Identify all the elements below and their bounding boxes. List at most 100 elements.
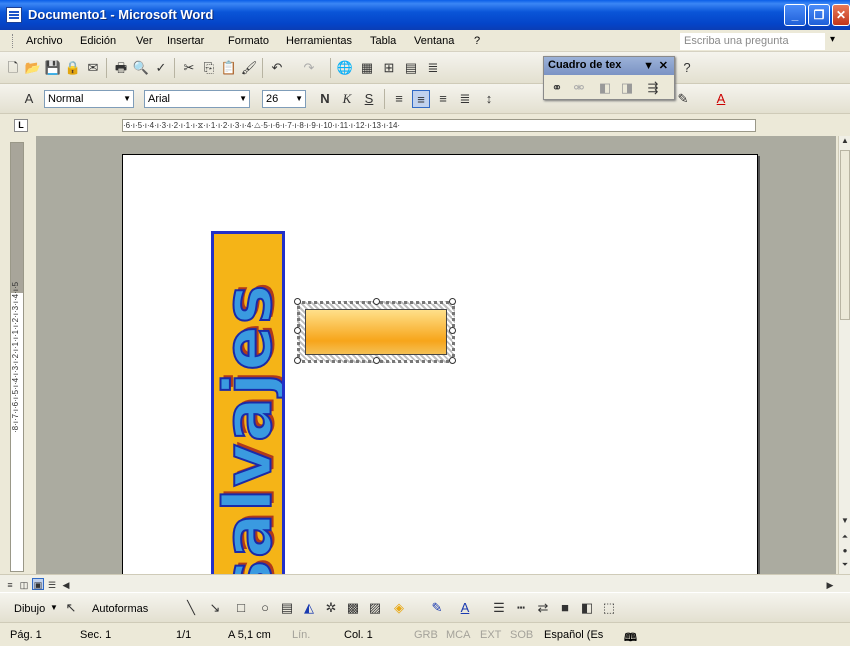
status-macro-recorder[interactable]: GRB xyxy=(414,629,438,641)
align-center-icon[interactable]: ≡ xyxy=(412,90,430,108)
break-link-icon[interactable]: ⚮ xyxy=(570,79,588,97)
italic-icon[interactable]: K xyxy=(338,90,356,108)
word-app-icon[interactable] xyxy=(6,7,22,23)
tables-borders-icon[interactable]: ▦ xyxy=(358,59,376,77)
menu-ventana[interactable]: Ventana xyxy=(414,35,454,47)
print-layout-icon[interactable]: ▣ xyxy=(32,578,44,590)
selected-textbox-frame[interactable] xyxy=(294,298,456,364)
wordart-text[interactable]: salvajes xyxy=(214,282,282,574)
menu-edicion[interactable]: Edición xyxy=(80,35,116,47)
tab-selector[interactable]: L xyxy=(14,119,28,132)
dash-style-icon[interactable]: ┅ xyxy=(512,599,530,617)
draw-menu-button[interactable]: Dibujo xyxy=(14,603,45,615)
line-style-icon[interactable]: ☰ xyxy=(490,599,508,617)
format-painter-icon[interactable]: 🖌 xyxy=(240,59,258,77)
redo-icon[interactable]: ↷ xyxy=(300,59,318,77)
open-folder-icon[interactable]: 📂 xyxy=(24,59,42,77)
fill-color-icon[interactable]: ◈ xyxy=(390,599,408,617)
scroll-down-icon[interactable]: ▼ xyxy=(840,516,850,528)
insert-picture-icon[interactable]: ▨ xyxy=(366,599,384,617)
next-page-icon[interactable]: ⏷ xyxy=(840,560,850,572)
maximize-button[interactable]: ❐ xyxy=(808,4,830,26)
insert-excel-icon[interactable]: ▤ xyxy=(402,59,420,77)
web-view-icon[interactable]: ◫ xyxy=(18,578,30,590)
previous-page-icon[interactable]: ⏶ xyxy=(840,532,850,544)
resize-handle[interactable] xyxy=(373,357,380,364)
chevron-down-icon[interactable]: ▼ xyxy=(50,603,58,612)
menu-archivo[interactable]: Archivo xyxy=(26,35,63,47)
menu-insertar[interactable]: Insertar xyxy=(167,35,204,47)
gradient-textbox[interactable] xyxy=(305,309,447,355)
resize-handle[interactable] xyxy=(294,327,301,334)
align-right-icon[interactable]: ≡ xyxy=(434,90,452,108)
toolbar-grip[interactable] xyxy=(12,34,15,48)
bold-icon[interactable]: N xyxy=(316,90,334,108)
autoshapes-menu-button[interactable]: Autoformas xyxy=(92,603,148,615)
style-select[interactable]: Normal ▼ xyxy=(44,90,134,108)
help-icon[interactable]: ? xyxy=(678,59,696,77)
status-overtype[interactable]: SOB xyxy=(510,629,533,641)
font-color-icon[interactable]: A xyxy=(456,599,474,617)
font-select[interactable]: Arial ▼ xyxy=(144,90,250,108)
menu-tabla[interactable]: Tabla xyxy=(370,35,396,47)
arrow-style-icon[interactable]: ⇄ xyxy=(534,599,552,617)
minimize-button[interactable]: _ xyxy=(784,4,806,26)
wordart-tool-icon[interactable]: ◭ xyxy=(300,599,318,617)
rectangle-tool-icon[interactable]: □ xyxy=(232,599,250,617)
shadow-style-icon[interactable]: ■ xyxy=(556,599,574,617)
scroll-thumb[interactable] xyxy=(840,150,850,320)
highlight-icon[interactable]: ✎ xyxy=(674,90,692,108)
horizontal-scrollbar[interactable]: ≡ ◫ ▣ ☰ ◀ ▶ xyxy=(0,574,850,592)
resize-handle[interactable] xyxy=(294,357,301,364)
textbox-toolbar-header[interactable]: Cuadro de tex ▼ ✕ xyxy=(544,57,674,75)
select-browse-object-icon[interactable]: ● xyxy=(840,546,850,558)
status-language[interactable]: Español (Es xyxy=(544,629,603,641)
menu-ver[interactable]: Ver xyxy=(136,35,153,47)
resize-handle[interactable] xyxy=(449,357,456,364)
toolbar-options-icon[interactable]: ▼ xyxy=(643,58,654,75)
resize-handle[interactable] xyxy=(294,298,301,305)
menu-help[interactable]: ? xyxy=(474,35,480,47)
select-objects-icon[interactable]: ↖ xyxy=(62,599,80,617)
insert-table-icon[interactable]: ⊞ xyxy=(380,59,398,77)
document-area[interactable]: salvajes xyxy=(36,136,836,574)
copy-icon[interactable]: ⎘ xyxy=(200,59,218,77)
email-icon[interactable]: ✉ xyxy=(84,59,102,77)
scroll-left-icon[interactable]: ◀ xyxy=(60,578,72,590)
diagram-tool-icon[interactable]: ✲ xyxy=(322,599,340,617)
select-multiple-icon[interactable]: ⬚ xyxy=(600,599,618,617)
3d-style-icon[interactable]: ◧ xyxy=(578,599,596,617)
outline-view-icon[interactable]: ☰ xyxy=(46,578,58,590)
paste-icon[interactable]: 📋 xyxy=(220,59,238,77)
line-spacing-icon[interactable]: ↕ xyxy=(480,90,498,108)
permission-icon[interactable]: 🔒 xyxy=(64,59,82,77)
horizontal-ruler[interactable]: ·6·ı·5·ı·4·ı·3·ı·2·ı·1·ı·⧖·ı·1·ı·2·ı·3·ı… xyxy=(122,119,756,132)
undo-icon[interactable]: ↶ xyxy=(268,59,286,77)
vertical-ruler[interactable]: ·8·ı·7·ı·6·ı·5·ı·4·ı·3·ı·2·ı·1·ı·1·ı·2·ı… xyxy=(10,142,24,572)
textbox-tool-icon[interactable]: ▤ xyxy=(278,599,296,617)
new-document-icon[interactable]: 🗋 xyxy=(4,59,22,77)
normal-view-icon[interactable]: ≡ xyxy=(4,578,16,590)
document-page[interactable]: salvajes xyxy=(122,154,758,574)
text-direction-icon[interactable]: ⇶ xyxy=(644,79,662,97)
save-icon[interactable]: 💾 xyxy=(44,59,62,77)
vertical-scrollbar[interactable]: ▲ ▼ ⏶ ● ⏷ xyxy=(838,136,850,574)
styles-pane-icon[interactable]: A xyxy=(20,90,38,108)
hyperlink-icon[interactable]: 🌐 xyxy=(336,59,354,77)
menu-herramientas[interactable]: Herramientas xyxy=(286,35,352,47)
scroll-right-icon[interactable]: ▶ xyxy=(824,578,836,590)
close-button[interactable]: ✕ xyxy=(832,4,850,26)
justify-icon[interactable]: ≣ xyxy=(456,90,474,108)
scroll-up-icon[interactable]: ▲ xyxy=(840,136,850,148)
status-track-changes[interactable]: MCA xyxy=(446,629,470,641)
align-left-icon[interactable]: ≡ xyxy=(390,90,408,108)
font-color-icon[interactable]: A xyxy=(712,90,730,108)
ask-question-input[interactable]: Escriba una pregunta xyxy=(680,33,825,50)
resize-handle[interactable] xyxy=(373,298,380,305)
menu-formato[interactable]: Formato xyxy=(228,35,269,47)
cut-icon[interactable]: ✂ xyxy=(180,59,198,77)
print-icon[interactable]: 🖶 xyxy=(112,59,130,77)
link-icon[interactable]: ⚭ xyxy=(548,79,566,97)
underline-icon[interactable]: S xyxy=(360,90,378,108)
arrow-tool-icon[interactable]: ↘ xyxy=(206,599,224,617)
